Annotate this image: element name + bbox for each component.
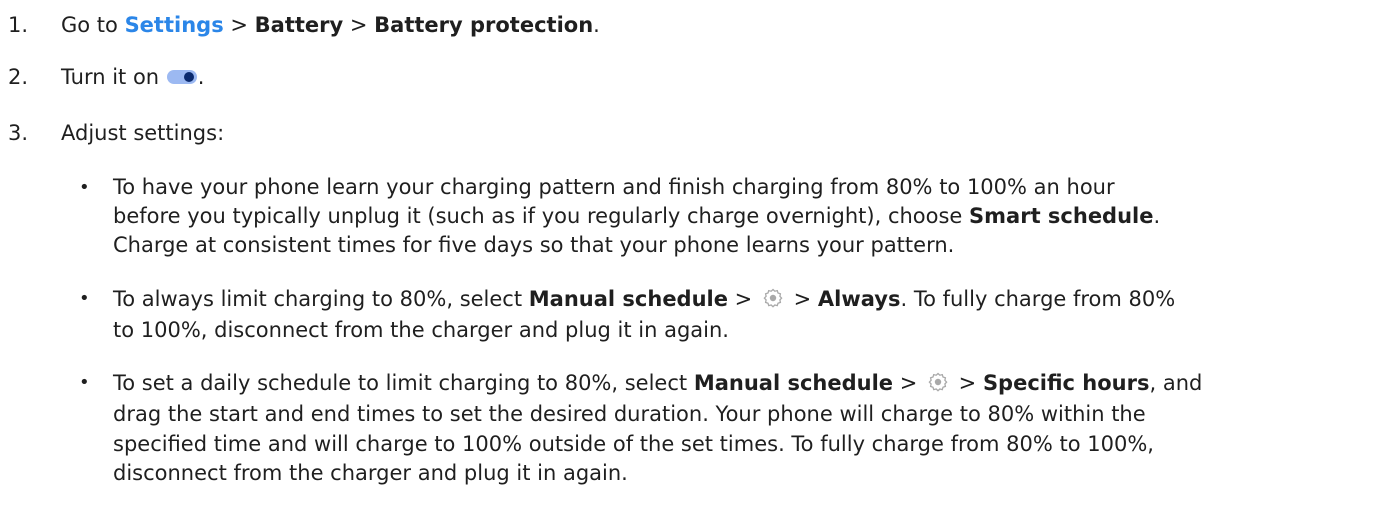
bullet-line: specified time and will charge to 100% o… [113,432,1154,456]
step-text: Turn it on . [61,63,204,92]
toggle-knob [183,72,194,82]
always-label: Always [817,287,901,311]
bullet-line: Charge at consistent times for five days… [113,233,955,257]
gear-icon [928,372,948,392]
period: . [197,65,205,89]
toggle-on-icon [166,70,197,84]
manual-schedule-label: Manual schedule [528,287,728,311]
separator: > [343,13,375,37]
period: . [593,13,600,37]
bullet-line: before you typically unplug it (such as … [113,202,1353,231]
bullet-line: drag the start and end times to set the … [113,402,1146,426]
bullet-text: To have your phone learn your charging p… [113,173,1353,260]
step-number: 3. [8,121,29,145]
bullet-line: To set a daily schedule to limit chargin… [113,368,1353,399]
smart-schedule-label: Smart schedule [969,204,1154,228]
manual-schedule-label: Manual schedule [693,371,894,395]
bullet-line: To always limit charging to 80%, select … [113,284,1353,315]
separator: > [727,287,759,311]
text-span: To set a daily schedule to limit chargin… [113,371,694,395]
battery-label: Battery [254,13,344,37]
separator: > [223,13,255,37]
separator: > [786,287,818,311]
text-span: To always limit charging to 80%, select [113,287,529,311]
bullet-dot: • [79,288,90,309]
step-text-go-to: Go to [61,13,125,37]
specific-hours-label: Specific hours [982,371,1150,395]
period: . [1153,204,1161,228]
step-text: Adjust settings: [61,121,225,145]
text-span: . To fully charge from 80% [900,287,1176,311]
step-number: 2. [8,65,29,89]
bullet-line: disconnect from the charger and plug it … [113,461,628,485]
bullet-line: to 100%, disconnect from the charger and… [113,318,729,342]
gear-icon [763,288,783,308]
bullet-dot: • [79,372,90,393]
step-number: 1. [8,13,29,37]
text-span: before you typically unplug it (such as … [113,204,970,228]
separator: > [893,371,924,395]
battery-protection-label: Battery protection [374,13,594,37]
step-text-turn-on: Turn it on [61,65,166,89]
bullet-dot: • [79,177,90,198]
bullet-line: To have your phone learn your charging p… [113,175,1115,199]
bullet-text: To always limit charging to 80%, select … [113,284,1353,346]
separator: > [951,371,983,395]
settings-link[interactable]: Settings [125,13,224,37]
step-text: Go to Settings > Battery > Battery prote… [61,11,600,40]
bullet-text: To set a daily schedule to limit chargin… [113,368,1353,488]
instructions-document: 1. Go to Settings > Battery > Battery pr… [0,0,1373,529]
text-span: , and [1149,371,1203,395]
